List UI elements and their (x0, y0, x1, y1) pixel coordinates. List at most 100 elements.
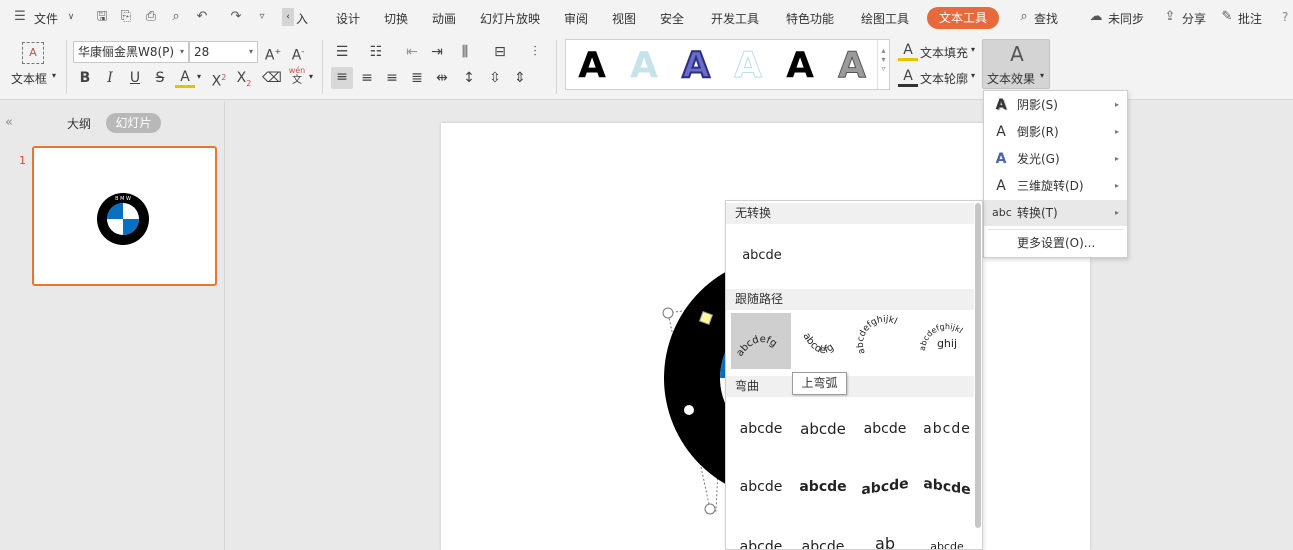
file-menu[interactable]: 文件 (34, 10, 58, 27)
resize-handle[interactable] (662, 307, 674, 319)
bold-icon[interactable]: B (75, 68, 95, 88)
hamburger-menu-icon[interactable]: ☰ (12, 9, 28, 25)
menu-item-3d-rotation[interactable]: A 三维旋转(D) ▸ (984, 173, 1127, 199)
text-outline-button[interactable]: 文本轮廓 (920, 70, 968, 87)
print-preview-icon[interactable]: ⌕ (168, 9, 184, 25)
font-name-select[interactable]: 华康俪金黑W8(P) ▾ (73, 41, 189, 63)
chevron-down-icon[interactable]: ▾ (309, 72, 313, 81)
transform-arch-down[interactable]: abcdefg (793, 313, 853, 369)
warp-wave[interactable]: abcde (793, 459, 853, 515)
share-icon[interactable]: ⇪ (1162, 9, 1178, 25)
warp-arch-up[interactable]: abcde (731, 519, 791, 549)
tab-animation[interactable]: 动画 (432, 10, 456, 27)
warp-ring[interactable]: abcde (917, 401, 977, 457)
warp-chevron[interactable]: abcde (855, 401, 915, 457)
italic-icon[interactable]: I (100, 68, 120, 88)
style-gray-icon[interactable]: A (832, 45, 872, 86)
chevron-down-icon[interactable]: ▾ (197, 72, 201, 81)
search-label[interactable]: 查找 (1034, 10, 1058, 27)
transform-arch-up[interactable]: abcdefg (731, 313, 791, 369)
share-button[interactable]: 分享 (1182, 10, 1206, 27)
increase-indent-icon[interactable]: ⇥ (427, 42, 447, 62)
tab-outline[interactable]: 大纲 (67, 115, 91, 132)
resize-handle[interactable] (704, 503, 716, 515)
subscript-icon[interactable]: X2 (234, 68, 254, 88)
sync-status[interactable]: 未同步 (1108, 10, 1144, 27)
warp-inflate[interactable]: abcde (917, 455, 977, 519)
tab-transition[interactable]: 切换 (384, 10, 408, 27)
style-bold-black-icon[interactable]: A (780, 46, 820, 86)
textbox-button[interactable]: 文本框 (11, 70, 47, 87)
text-outline-icon[interactable]: A (898, 67, 918, 87)
warp-arch[interactable]: abcde (731, 459, 791, 515)
tab-text-tools[interactable]: 文本工具 (927, 7, 999, 29)
text-fill-icon[interactable]: A (898, 41, 918, 61)
tab-slides[interactable]: 幻灯片 (106, 113, 161, 133)
undo-icon[interactable]: ↶ (194, 9, 210, 25)
comment-icon[interactable]: ✎ (1219, 9, 1235, 25)
text-effect-button[interactable]: A 文本效果 ▾ (982, 39, 1050, 89)
numbered-list-icon[interactable]: ☷ (366, 42, 386, 62)
customize-toolbar-icon[interactable]: ▿ (254, 9, 270, 25)
clear-format-icon[interactable]: ⌫ (262, 68, 282, 88)
comment-button[interactable]: 批注 (1238, 10, 1262, 27)
font-shrink-icon[interactable]: A- (288, 42, 308, 64)
redo-icon[interactable]: ↷ (228, 9, 244, 25)
gallery-scrollbar[interactable] (975, 203, 981, 528)
slide-thumbnail[interactable]: B M W (32, 146, 217, 286)
spacing-options-icon[interactable]: ⇕ (510, 68, 530, 88)
transform-button[interactable]: abcdefghijkl ghij (917, 313, 977, 369)
cloud-sync-icon[interactable]: ☁ (1088, 9, 1104, 25)
scroll-tabs-left-icon[interactable]: ‹ (282, 8, 294, 26)
distribute-icon[interactable]: ⇹ (432, 68, 452, 88)
tab-security[interactable]: 安全 (660, 10, 684, 27)
font-size-select[interactable]: 28 ▾ (189, 41, 258, 63)
warp-button[interactable]: abcde (917, 519, 977, 549)
paragraph-spacing-icon[interactable]: ⇳ (485, 68, 505, 88)
warp-double-wave[interactable]: abcde (855, 455, 915, 519)
align-center-icon[interactable]: ≡ (357, 68, 377, 88)
pinyin-guide-icon[interactable]: wén 文 (287, 66, 307, 86)
menu-item-more-settings[interactable]: 更多设置(O)... (984, 230, 1127, 256)
style-white-outline-icon[interactable]: A (728, 45, 768, 86)
help-button[interactable]: ? (1282, 10, 1288, 24)
tab-special[interactable]: 特色功能 (786, 10, 834, 27)
justify-icon[interactable]: ≣ (407, 68, 427, 88)
superscript-icon[interactable]: X2 (209, 68, 229, 90)
style-black-icon[interactable]: A (572, 46, 612, 86)
tab-design[interactable]: 设计 (336, 10, 360, 27)
menu-item-shadow[interactable]: A 阴影(S) ▸ (984, 92, 1127, 118)
save-icon[interactable]: 🖫 (94, 9, 110, 25)
transform-none[interactable]: abcde (732, 231, 792, 287)
align-text-icon[interactable]: ⊟ (490, 42, 510, 62)
textbox-icon[interactable]: A (22, 42, 44, 64)
warp-plain[interactable]: abcde (731, 401, 791, 457)
tab-slideshow[interactable]: 幻灯片放映 (480, 10, 540, 27)
underline-icon[interactable]: U (125, 68, 145, 88)
align-left-icon[interactable]: ≡ (331, 67, 353, 89)
format-painter-icon[interactable]: ⎘ (118, 9, 134, 25)
chevron-down-icon[interactable]: ▾ (971, 45, 975, 54)
tab-review[interactable]: 审阅 (564, 10, 588, 27)
warp-circle[interactable]: ab (855, 519, 915, 549)
strikethrough-icon[interactable]: S (150, 68, 170, 88)
gallery-scroll[interactable]: ▴ ▾ ▿ (877, 40, 889, 89)
text-direction-icon[interactable]: ⫼ (455, 42, 475, 62)
print-icon[interactable]: ⎙ (143, 9, 159, 25)
style-light-blue-icon[interactable]: A (624, 46, 664, 86)
font-color-icon[interactable]: A (175, 68, 195, 88)
style-outline-blue-icon[interactable]: A (676, 45, 716, 87)
text-fill-button[interactable]: 文本填充 (920, 44, 968, 61)
search-icon[interactable]: ⌕ (1016, 9, 1032, 25)
bullet-list-icon[interactable]: ☰ (332, 42, 352, 62)
tab-drawing-tools[interactable]: 绘图工具 (861, 10, 909, 27)
columns-icon[interactable]: ⫶ (525, 42, 545, 62)
menu-item-reflection[interactable]: A 倒影(R) ▸ (984, 119, 1127, 145)
font-grow-icon[interactable]: A+ (263, 42, 283, 64)
tab-view[interactable]: 视图 (612, 10, 636, 27)
collapse-panel-icon[interactable]: « (5, 115, 13, 130)
tab-developer[interactable]: 开发工具 (711, 10, 759, 27)
menu-item-transform[interactable]: abc 转换(T) ▸ (984, 200, 1127, 226)
transform-circle[interactable]: abcdefghijkl (855, 313, 915, 369)
textbox-dropdown-icon[interactable]: ▾ (52, 71, 56, 80)
